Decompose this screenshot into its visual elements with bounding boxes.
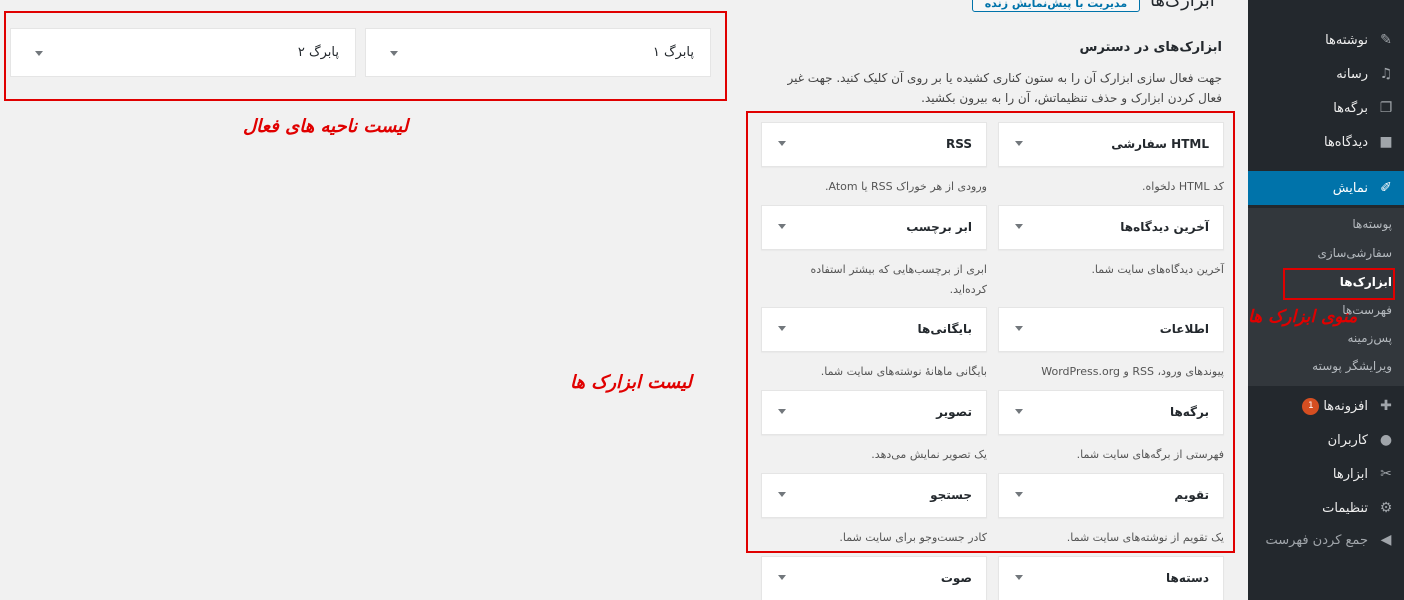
sidebar-item-pages[interactable]: ❐ برگه‌ها bbox=[1248, 91, 1404, 125]
annotation-box-active-areas bbox=[4, 11, 727, 101]
chevron-down-icon[interactable] bbox=[1015, 575, 1023, 580]
sidebar-item-users[interactable]: ● کاربران bbox=[1248, 423, 1404, 457]
annotation-label-widgets-menu: منوی ابزارک ها bbox=[1248, 307, 1358, 327]
sidebar-item-plugins[interactable]: ✚ افزونه‌ها 1 bbox=[1248, 389, 1404, 423]
sidebar-item-settings[interactable]: ⚙ تنظیمات bbox=[1248, 491, 1404, 525]
manage-live-preview-button[interactable]: مدیریت با پیش‌نمایش زنده bbox=[972, 0, 1140, 12]
annotation-label-widgets-list: لیست ابزارک ها bbox=[570, 372, 692, 393]
appearance-icon: ✐ bbox=[1380, 180, 1392, 196]
plugins-icon: ✚ bbox=[1380, 398, 1392, 414]
submenu-item-background[interactable]: پس‌زمینه bbox=[1347, 331, 1392, 345]
sidebar-item-appearance[interactable]: ✐ نمایش bbox=[1240, 171, 1404, 205]
available-widgets-title: ابزارک‌های در دسترس bbox=[1079, 40, 1222, 55]
available-widgets-description: جهت فعال سازی ابزارک آن را به ستون کناری… bbox=[787, 71, 1222, 105]
sidebar-collapse-menu[interactable]: ◀ جمع کردن فهرست bbox=[1248, 523, 1404, 557]
submenu-item-theme-editor[interactable]: ویرایشگر پوسته bbox=[1312, 359, 1392, 373]
sidebar-item-posts[interactable]: ✎ نوشته‌ها bbox=[1248, 23, 1404, 57]
settings-icon: ⚙ bbox=[1379, 500, 1393, 516]
pages-icon: ❐ bbox=[1379, 100, 1393, 116]
admin-sidebar: ✎ نوشته‌ها ♫ رسانه ❐ برگه‌ها ■ دیدگاه‌ها… bbox=[1240, 0, 1404, 600]
pin-icon: ✎ bbox=[1380, 32, 1392, 48]
media-icon: ♫ bbox=[1379, 66, 1393, 82]
sidebar-item-tools[interactable]: ✂ ابزارها bbox=[1248, 457, 1404, 491]
chevron-down-icon[interactable] bbox=[778, 575, 786, 580]
collapse-icon: ◀ bbox=[1380, 532, 1392, 548]
submenu-item-customize[interactable]: سفارشی‌سازی bbox=[1317, 246, 1392, 260]
widget-categories[interactable]: دسته‌ها bbox=[998, 556, 1224, 600]
submenu-item-themes[interactable]: پوسته‌ها bbox=[1352, 217, 1392, 231]
page-title: ابزارک‌ها bbox=[1150, 0, 1215, 11]
annotation-label-active-areas: لیست ناحیه های فعال bbox=[243, 116, 409, 137]
update-count-badge: 1 bbox=[1302, 397, 1320, 415]
sidebar-item-comments[interactable]: ■ دیدگاه‌ها bbox=[1248, 125, 1404, 159]
comments-icon: ■ bbox=[1379, 134, 1393, 150]
users-icon: ● bbox=[1379, 432, 1393, 448]
annotation-box-widgets-list bbox=[746, 111, 1235, 553]
widget-audio[interactable]: صوت bbox=[761, 556, 987, 600]
sidebar-item-media[interactable]: ♫ رسانه bbox=[1248, 57, 1404, 91]
tools-icon: ✂ bbox=[1380, 466, 1392, 482]
annotation-box-widgets-menu bbox=[1283, 268, 1395, 300]
